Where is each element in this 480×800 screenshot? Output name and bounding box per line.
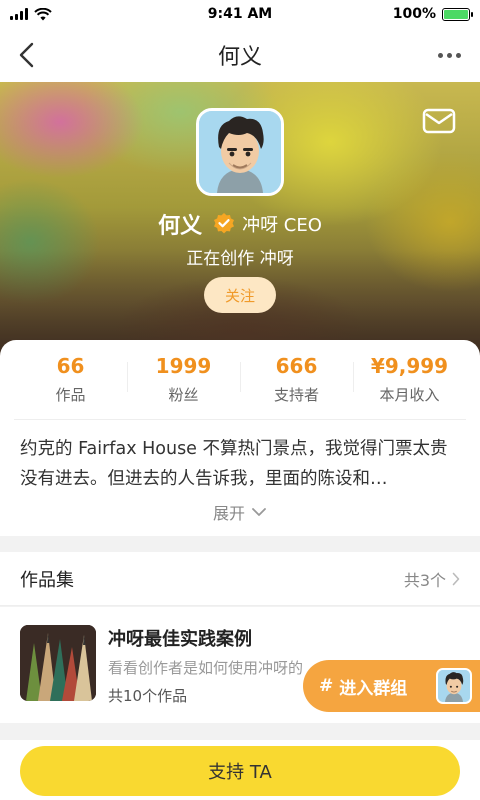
collections-count: 共3个 [403,570,446,590]
wifi-icon [34,7,52,20]
status-right: 100% [392,6,473,22]
nav-bar: 何义 [0,28,480,82]
status-bar: 9:41 AM 100% [0,0,480,28]
profile-role: 冲呀 CEO [242,215,322,236]
avatar-illustration [199,111,281,193]
group-avatar [436,668,472,704]
chevron-down-icon [252,508,266,516]
hash-icon: # [319,676,334,696]
mail-icon[interactable] [422,108,456,134]
bio-text: 约克的 Fairfax House 不算热门景点，我觉得门票太贵没有进去。但进去… [20,439,448,489]
stats-row: 66 作品 1999 粉丝 666 支持者 ¥9,999 本月收入 [14,340,466,420]
profile-name: 何义 [158,214,203,239]
battery-icon [442,7,473,21]
bottom-bar: 支持 TA [0,740,480,800]
collection-thumbnail [20,625,96,701]
stat-monthly-income[interactable]: ¥9,999 本月收入 [353,340,466,419]
pencils-image [20,625,96,701]
enter-group-button[interactable]: # 进入群组 [303,660,480,712]
status-left [10,7,52,21]
support-button[interactable]: 支持 TA [20,746,460,796]
avatar[interactable] [196,108,284,196]
stat-label: 支持者 [273,386,319,404]
follow-button[interactable]: 关注 [204,277,276,313]
stat-supporters[interactable]: 666 支持者 [240,340,353,419]
stat-value: 66 [56,354,85,378]
page-title: 何义 [217,45,262,70]
stat-label: 粉丝 [168,386,199,404]
collection-description: 看看创作者是如何使用冲呀的 [108,659,304,677]
verified-badge-icon [214,213,235,234]
stat-fans[interactable]: 1999 粉丝 [127,340,240,419]
stat-label: 本月收入 [379,386,440,404]
profile-name-line: 何义 冲呀 CEO [0,208,480,240]
stat-works[interactable]: 66 作品 [14,340,127,419]
stat-label: 作品 [55,386,86,404]
stat-value: ¥9,999 [370,354,449,378]
expand-button[interactable]: 展开 [0,500,480,524]
profile-card: 66 作品 1999 粉丝 666 支持者 ¥9,999 本月收入 约克的 Fa… [0,340,480,536]
signal-icon [10,8,28,20]
profile-hero: 何义 冲呀 CEO 正在创作 冲呀 关注 [0,82,480,360]
chevron-right-icon [452,572,460,585]
more-options-icon[interactable] [432,40,466,70]
battery-percent: 100% [392,6,436,22]
stat-value: 666 [275,354,318,378]
collections-header: 作品集 共3个 [0,552,480,606]
collections-count-link[interactable]: 共3个 [404,567,460,591]
stat-value: 1999 [155,354,212,378]
collection-title: 冲呀最佳实践案例 [108,629,252,650]
expand-label: 展开 [212,504,245,523]
profile-status: 正在创作 冲呀 [186,249,294,269]
collection-count: 共10个作品 [108,687,188,705]
back-arrow-icon[interactable] [14,40,44,70]
enter-group-label: 进入群组 [339,678,408,699]
avatar-illustration [438,670,470,702]
battery-fill [444,9,468,19]
collections-title: 作品集 [20,569,74,591]
